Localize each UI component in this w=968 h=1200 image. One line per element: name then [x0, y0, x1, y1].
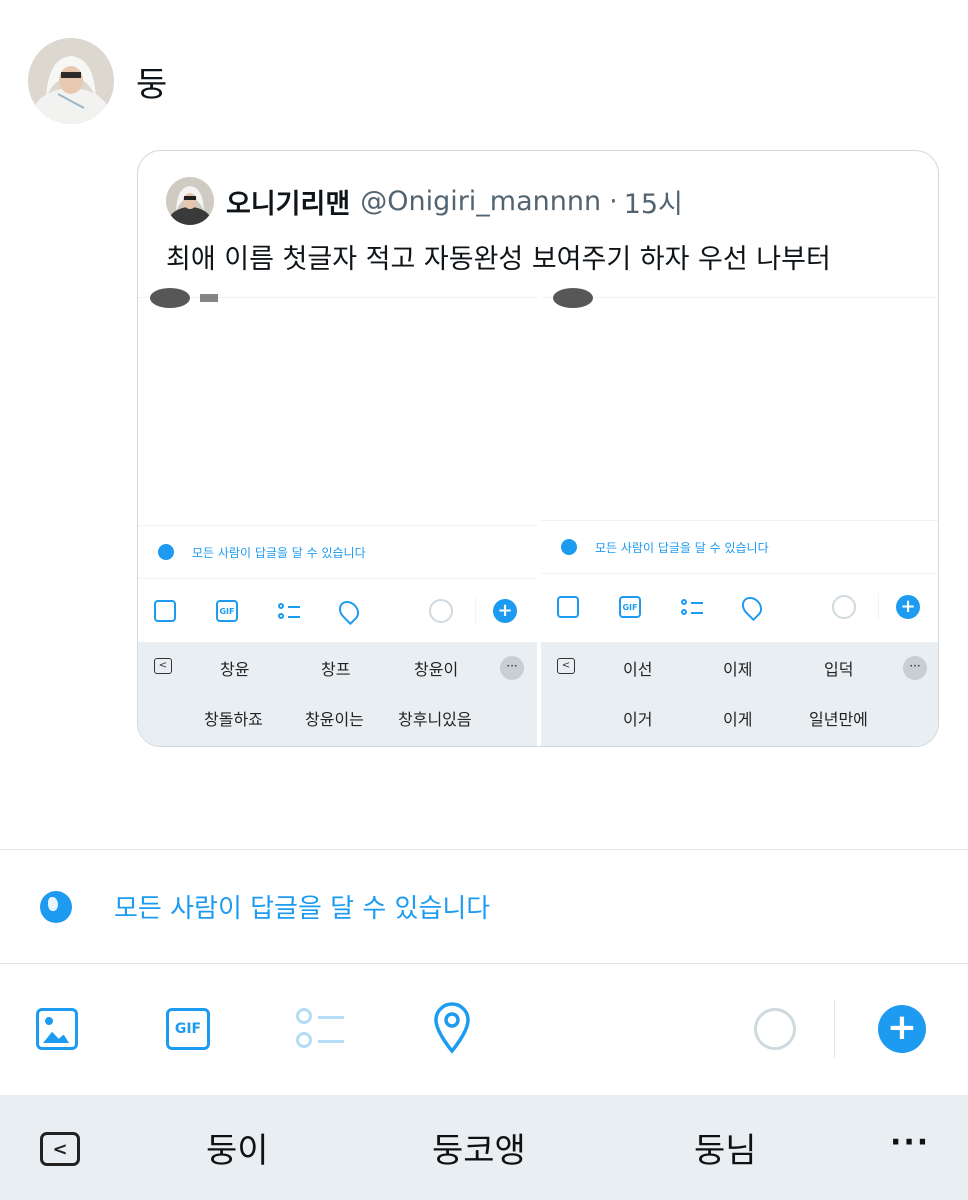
image-icon[interactable] — [36, 1008, 78, 1050]
suggestion-word: 이거 — [623, 710, 653, 729]
toolbar-divider — [878, 594, 879, 620]
image-icon — [557, 596, 579, 618]
shot-reply-label: 모든 사람이 답글을 달 수 있습니다 — [192, 545, 366, 560]
suggestion-word: 일년만에 — [809, 710, 868, 729]
shot-reply-setting: 모든 사람이 답글을 달 수 있습니다 — [138, 525, 537, 579]
keyboard-suggestion-bar: < 둥이 둥코앵 둥님 ··· — [0, 1095, 968, 1200]
gif-icon: GIF — [216, 600, 238, 622]
suggestion-word: 창윤 — [220, 660, 250, 679]
char-count-ring — [832, 595, 856, 619]
quote-avatar — [166, 177, 214, 225]
suggestion-word: 창프 — [321, 660, 351, 679]
quote-display-name[interactable]: 오니기리맨 — [226, 182, 350, 221]
poll-icon[interactable] — [296, 1008, 344, 1050]
shot-toolbar: GIF + — [138, 580, 537, 642]
media-screenshot-2[interactable]: 모든 사람이 답글을 달 수 있습니다 GIF + < 이선 이제 입덕 ···… — [541, 288, 938, 746]
poll-icon — [681, 599, 703, 615]
media-screenshot-1[interactable]: 모든 사람이 답글을 달 수 있습니다 GIF + < 창윤 창프 창윤이 ··… — [138, 288, 537, 746]
user-avatar[interactable] — [28, 38, 114, 124]
compose-toolbar: GIF + — [0, 964, 968, 1094]
gif-icon[interactable]: GIF — [166, 1008, 210, 1050]
toolbar-divider — [834, 1000, 835, 1058]
quote-text: 최애 이름 첫글자 적고 자동완성 보여주기 하자 우선 나부터 — [166, 244, 831, 275]
quote-header: 오니기리맨 @Onigiri_mannnn · 15시 — [166, 177, 683, 225]
more-icon: ··· — [500, 656, 524, 680]
toolbar-divider — [475, 598, 476, 624]
quote-time: 15시 — [623, 188, 683, 220]
reply-setting[interactable]: 모든 사람이 답글을 달 수 있습니다 — [0, 850, 968, 963]
quote-media[interactable]: 모든 사람이 답글을 달 수 있습니다 GIF + < 창윤 창프 창윤이 ··… — [138, 288, 938, 746]
suggestion-word[interactable]: 둥이 — [206, 1123, 269, 1172]
suggestion-word[interactable]: 둥코앵 — [432, 1123, 526, 1172]
cropped-avatar — [553, 288, 593, 308]
suggestion-word: 창후니있음 — [398, 710, 472, 729]
char-count-ring — [429, 599, 453, 623]
add-icon: + — [493, 599, 517, 623]
poll-icon — [278, 603, 300, 619]
globe-icon — [561, 539, 577, 555]
location-pin-icon[interactable] — [432, 1002, 472, 1054]
location-pin-icon — [334, 596, 364, 626]
suggestion-word: 창윤이 — [414, 660, 459, 679]
quote-separator: · — [609, 185, 618, 217]
suggestion-word[interactable]: 둥님 — [694, 1123, 757, 1172]
cropped-avatar — [150, 288, 190, 308]
keyboard-back-icon: < — [154, 658, 172, 674]
shot-reply-label: 모든 사람이 답글을 달 수 있습니다 — [595, 540, 769, 555]
suggestion-word: 이선 — [623, 660, 653, 679]
quote-handle[interactable]: @Onigiri_mannnn — [360, 186, 601, 217]
char-count-ring — [754, 1008, 796, 1050]
keyboard-back-icon[interactable]: < — [40, 1132, 80, 1166]
shot-reply-setting: 모든 사람이 답글을 달 수 있습니다 — [541, 520, 938, 574]
shot-keyboard-suggestions: < 이선 이제 입덕 ··· 이거 이게 일년만에 — [541, 642, 938, 746]
keyboard-back-icon: < — [557, 658, 575, 674]
suggestion-word: 입덕 — [824, 660, 854, 679]
shot-keyboard-suggestions: < 창윤 창프 창윤이 ··· 창돌하죠 창윤이는 창후니있음 — [138, 642, 537, 746]
location-pin-icon — [737, 592, 767, 622]
reply-setting-label[interactable]: 모든 사람이 답글을 달 수 있습니다 — [114, 888, 490, 925]
gif-icon: GIF — [619, 596, 641, 618]
image-icon — [154, 600, 176, 622]
compose-row: 둥 — [28, 38, 167, 124]
compose-text[interactable]: 둥 — [136, 57, 167, 106]
globe-icon — [158, 544, 174, 560]
more-icon[interactable]: ··· — [890, 1125, 930, 1160]
quote-card[interactable]: 오니기리맨 @Onigiri_mannnn · 15시 최애 이름 첫글자 적고… — [137, 150, 939, 747]
add-icon: + — [896, 595, 920, 619]
more-icon: ··· — [903, 656, 927, 680]
suggestion-word: 창돌하죠 — [204, 710, 263, 729]
suggestion-word: 창윤이는 — [305, 710, 364, 729]
suggestion-word: 이게 — [723, 710, 753, 729]
shot-toolbar: GIF + — [541, 576, 938, 638]
globe-icon — [40, 890, 72, 923]
suggestion-word: 이제 — [723, 660, 753, 679]
cropped-text — [200, 294, 218, 302]
add-thread-button[interactable]: + — [878, 1005, 926, 1053]
